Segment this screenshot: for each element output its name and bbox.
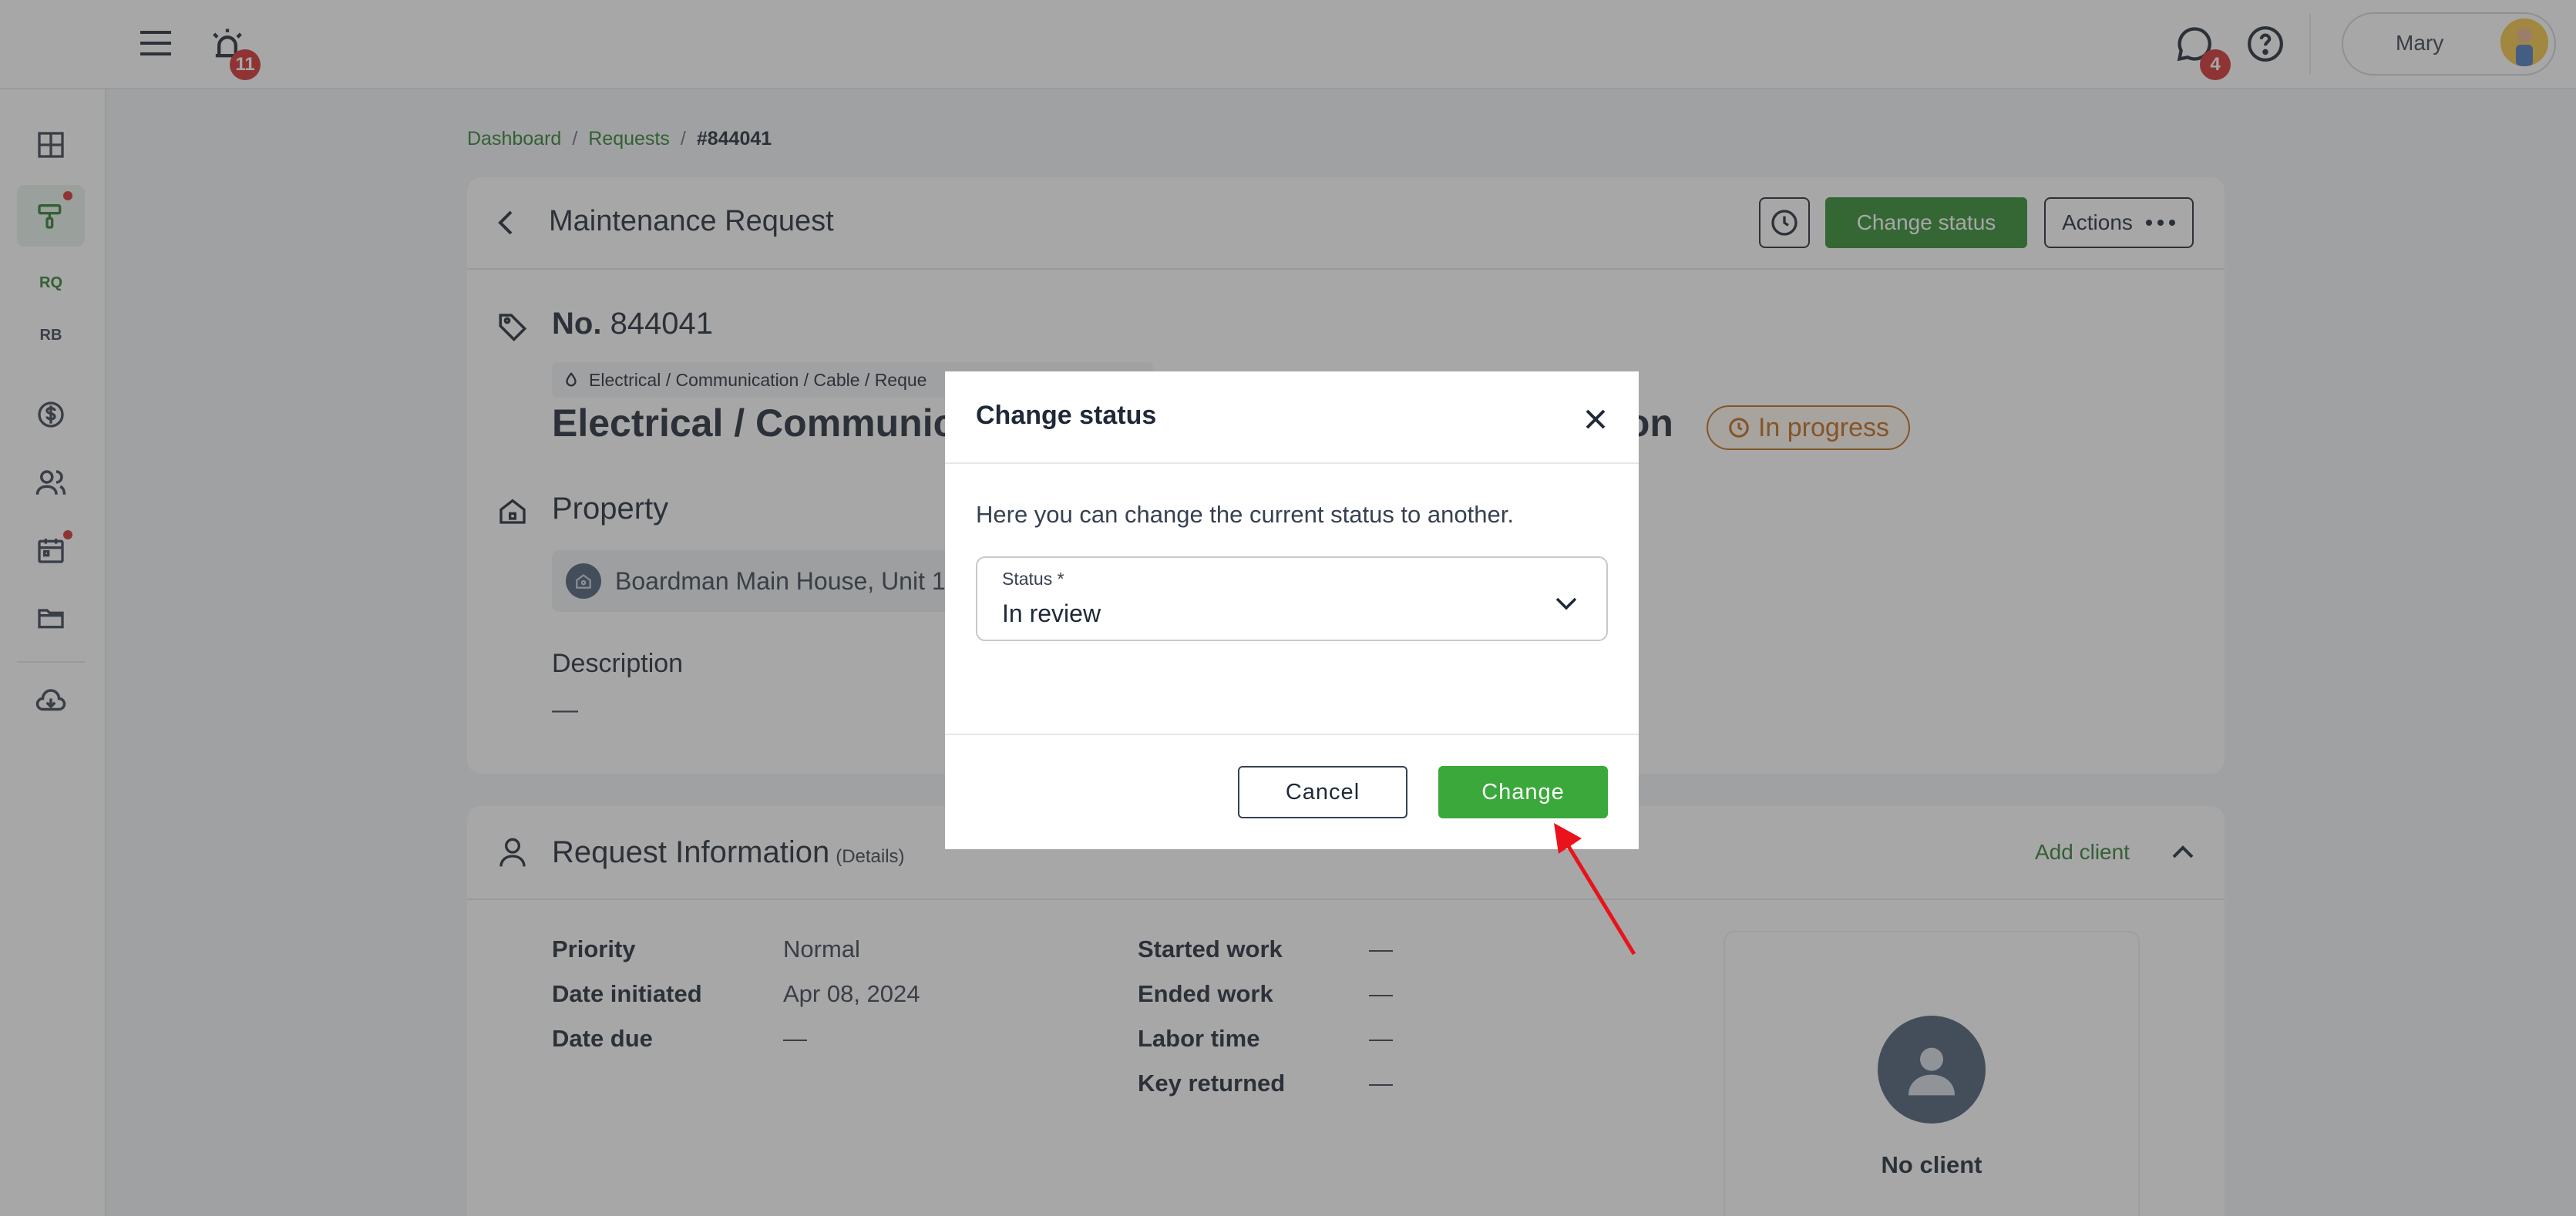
status-select-value[interactable]: In review	[1002, 600, 1101, 628]
modal-header-divider	[945, 462, 1639, 464]
cancel-button[interactable]: Cancel	[1238, 766, 1407, 818]
modal-title: Change status	[976, 401, 1157, 430]
change-button[interactable]: Change	[1438, 766, 1608, 818]
close-icon[interactable]	[1579, 402, 1613, 436]
annotation-arrow-icon	[1554, 823, 1636, 956]
status-select-label: Status *	[1002, 569, 1064, 589]
modal-footer-divider	[945, 734, 1639, 735]
status-select[interactable]	[976, 556, 1608, 641]
modal-description: Here you can change the current status t…	[976, 501, 1514, 528]
chevron-down-icon[interactable]	[1551, 592, 1582, 615]
